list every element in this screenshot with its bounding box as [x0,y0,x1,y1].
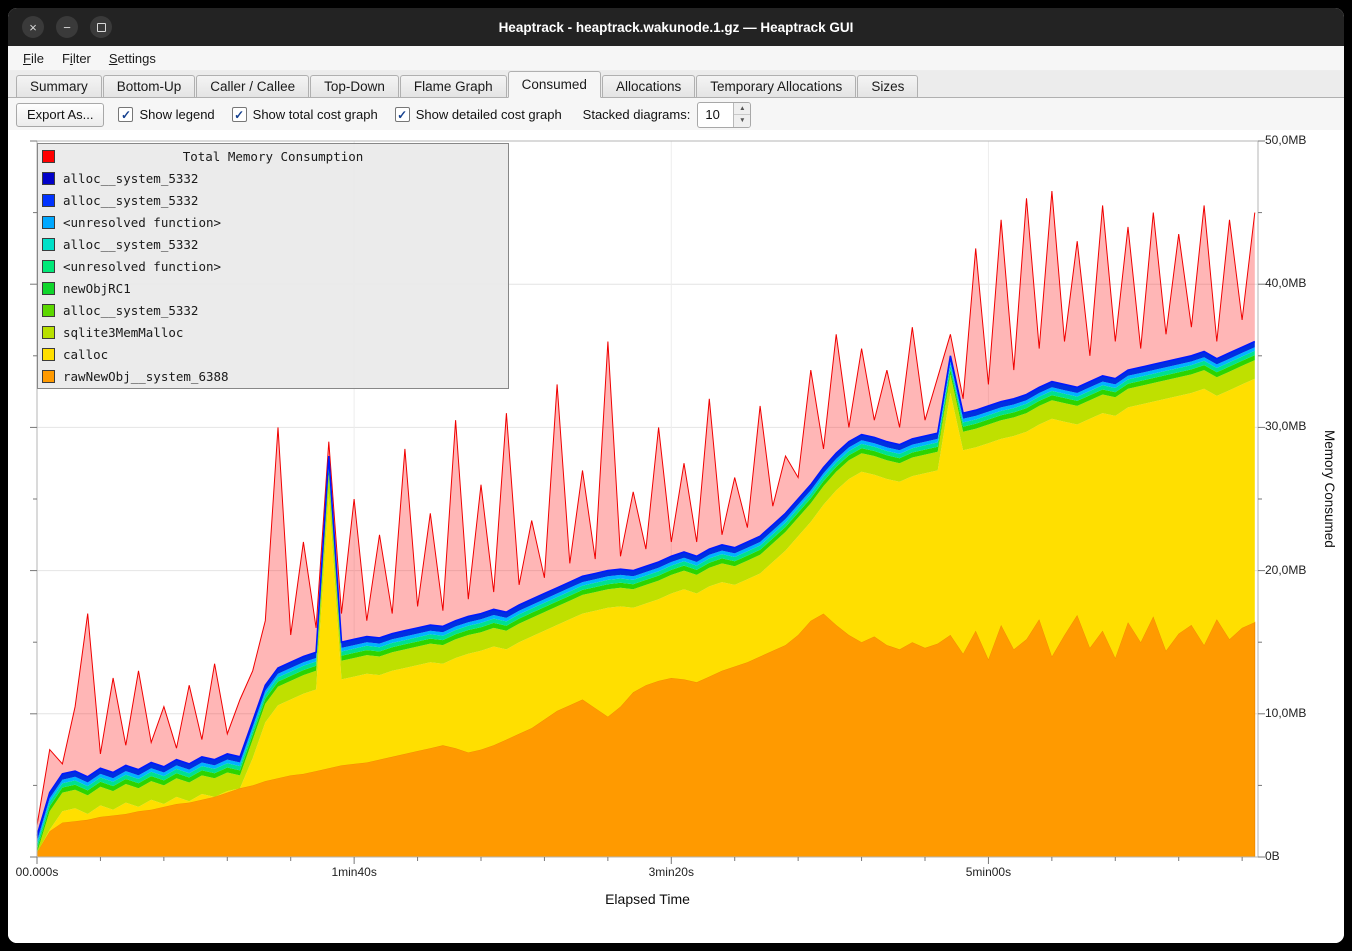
legend-entries: alloc__system_5332 alloc__system_5332 <unr… [38,167,508,387]
legend-item-alloc-system-5332: alloc__system_5332 [38,233,508,255]
legend-item-alloc-system-5332: alloc__system_5332 [38,299,508,321]
legend-item-unresolved-function: <unresolved function> [38,255,508,277]
legend-label: alloc__system_5332 [63,237,198,252]
window-controls: × − [22,16,112,38]
legend-label: <unresolved function> [63,215,221,230]
checkbox-label: Show legend [139,107,214,122]
legend-label: sqlite3MemMalloc [63,325,183,340]
tab-summary[interactable]: Summary [16,75,102,98]
menu-filter[interactable]: Filter [53,49,100,68]
legend-swatch [42,172,55,185]
minimize-button[interactable]: − [56,16,78,38]
legend-swatch [42,326,55,339]
y-tick-label: 40,0MB [1265,276,1306,290]
checkbox-show-legend[interactable]: ✓ Show legend [118,107,214,122]
checkbox-label: Show detailed cost graph [416,107,562,122]
y-tick-label: 10,0MB [1265,706,1306,720]
maximize-button[interactable] [90,16,112,38]
legend-label: calloc [63,347,108,362]
maximize-icon [97,23,106,32]
legend-swatch [42,348,55,361]
legend-swatch [42,238,55,251]
legend-swatch [42,194,55,207]
legend-item-rawnewobj-system-6388: rawNewObj__system_6388 [38,365,508,387]
checkbox-group: ✓ Show legend ✓ Show total cost graph ✓ Show … [118,107,578,123]
toolbar: Export As... ✓ Show legend ✓ Show total cos… [8,98,1344,131]
checkbox-show-total-cost-graph[interactable]: ✓ Show total cost graph [232,107,378,122]
tab-top-down[interactable]: Top-Down [310,75,399,98]
spinbox-up-button[interactable]: ▲ [734,103,750,116]
legend-item-alloc-system-5332: alloc__system_5332 [38,167,508,189]
legend-label: rawNewObj__system_6388 [63,369,229,384]
legend-label: alloc__system_5332 [63,193,198,208]
export-as-button[interactable]: Export As... [16,103,104,127]
tab-caller-callee[interactable]: Caller / Callee [196,75,309,98]
titlebar[interactable]: × − Heaptrack - heaptrack.wakunode.1.gz … [8,8,1344,46]
chart-area: Total Memory Consumption alloc__system_5… [8,130,1344,943]
x-tick-label: 5min00s [966,865,1011,879]
y-axis-label: Memory Consumed [1322,430,1337,548]
legend-label: alloc__system_5332 [63,171,198,186]
checkbox-label: Show total cost graph [253,107,378,122]
x-tick-label: 3min20s [649,865,694,879]
legend-label: <unresolved function> [63,259,221,274]
legend-title-row: Total Memory Consumption [38,145,508,167]
menu-bar: FileFilterSettings [8,46,1344,71]
close-icon: × [29,21,37,34]
menu-settings[interactable]: Settings [100,49,165,68]
x-tick-label: 00.000s [16,865,59,879]
legend-swatch [42,282,55,295]
legend-item-calloc: calloc [38,343,508,365]
tab-bar: SummaryBottom-UpCaller / CalleeTop-DownF… [8,71,1344,98]
legend-item-unresolved-function: <unresolved function> [38,211,508,233]
y-tick-label: 30,0MB [1265,419,1306,433]
tab-temporary-allocations[interactable]: Temporary Allocations [696,75,856,98]
checkbox-box[interactable]: ✓ [232,107,247,122]
checkbox-show-detailed-cost-graph[interactable]: ✓ Show detailed cost graph [395,107,562,122]
y-tick-label: 0B [1265,849,1280,863]
legend-label: newObjRC1 [63,281,131,296]
stacked-diagrams-label: Stacked diagrams: [583,107,691,122]
minimize-icon: − [63,21,71,34]
checkbox-box[interactable]: ✓ [395,107,410,122]
legend-swatch [42,260,55,273]
legend-swatch [42,370,55,383]
legend-title-swatch [42,150,55,163]
tab-consumed[interactable]: Consumed [508,71,601,98]
spinbox-arrows: ▲ ▼ [733,103,750,127]
tab-allocations[interactable]: Allocations [602,75,695,98]
tab-bottom-up[interactable]: Bottom-Up [103,75,196,98]
spinbox-value: 10 [698,103,733,127]
chart-legend: Total Memory Consumption alloc__system_5… [37,143,509,389]
legend-swatch [42,216,55,229]
tab-flame-graph[interactable]: Flame Graph [400,75,507,98]
legend-item-alloc-system-5332: alloc__system_5332 [38,189,508,211]
checkbox-box[interactable]: ✓ [118,107,133,122]
x-tick-label: 1min40s [331,865,376,879]
window-title: Heaptrack - heaptrack.wakunode.1.gz — He… [8,20,1344,35]
heaptrack-window: × − Heaptrack - heaptrack.wakunode.1.gz … [8,8,1344,943]
legend-title: Total Memory Consumption [38,149,508,164]
legend-item-newobjrc1: newObjRC1 [38,277,508,299]
legend-label: alloc__system_5332 [63,303,198,318]
close-button[interactable]: × [22,16,44,38]
y-tick-label: 20,0MB [1265,563,1306,577]
legend-item-sqlite3memmalloc: sqlite3MemMalloc [38,321,508,343]
tab-sizes[interactable]: Sizes [857,75,918,98]
legend-swatch [42,304,55,317]
y-tick-label: 50,0MB [1265,133,1306,147]
menu-file[interactable]: File [14,49,53,68]
spinbox-down-button[interactable]: ▼ [734,115,750,127]
x-axis-label: Elapsed Time [37,891,1258,907]
stacked-diagrams-spinbox[interactable]: 10 ▲ ▼ [697,102,751,128]
